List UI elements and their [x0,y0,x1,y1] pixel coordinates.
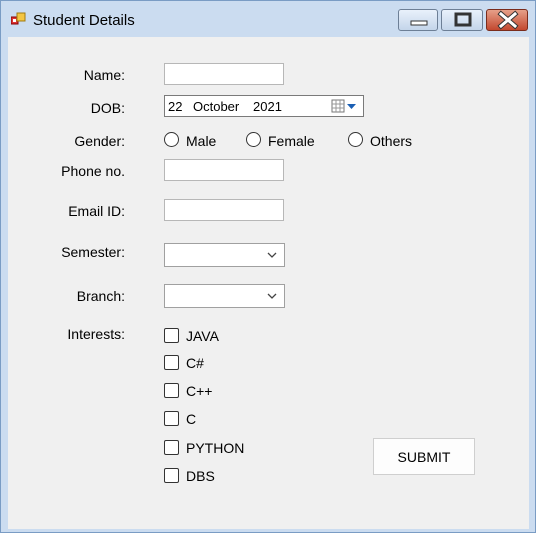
title-bar[interactable]: Student Details [1,1,535,37]
interest-python-checkbox[interactable] [164,440,179,455]
maximize-button[interactable] [441,9,483,31]
interest-csharp-checkbox[interactable] [164,355,179,370]
dob-label: DOB: [90,100,125,116]
email-field[interactable] [164,199,284,221]
gender-male-label[interactable]: Male [186,133,216,149]
interest-cpp-label[interactable]: C++ [186,383,212,399]
gender-others-radio[interactable] [348,132,363,147]
semester-label: Semester: [61,244,125,260]
branch-label: Branch: [76,288,125,304]
email-label: Email ID: [68,203,125,219]
interest-c-label[interactable]: C [186,411,196,427]
window-title: Student Details [33,12,135,29]
minimize-icon [410,20,428,26]
interest-cpp-checkbox[interactable] [164,383,179,398]
phone-label: Phone no. [61,163,125,179]
interest-csharp-label[interactable]: C# [186,355,204,371]
submit-button[interactable]: SUBMIT [373,438,475,475]
interest-dbs-checkbox[interactable] [164,468,179,483]
app-icon [11,12,26,25]
maximize-icon [454,12,472,27]
branch-select[interactable] [164,284,285,308]
interest-java-checkbox[interactable] [164,328,179,343]
dob-month[interactable]: October [193,99,239,114]
gender-others-label[interactable]: Others [370,133,412,149]
gender-female-label[interactable]: Female [268,133,315,149]
dob-year[interactable]: 2021 [253,99,282,114]
close-icon [497,10,519,30]
interest-python-label[interactable]: PYTHON [186,440,244,456]
interest-java-label[interactable]: JAVA [186,328,219,344]
close-button[interactable] [486,9,528,31]
interests-label: Interests: [67,326,125,342]
name-label: Name: [83,67,125,83]
interest-dbs-label[interactable]: DBS [186,468,215,484]
dob-date-picker[interactable]: 22 October 2021 [164,95,364,117]
gender-label: Gender: [74,133,125,149]
gender-male-radio[interactable] [164,132,179,147]
chevron-down-icon [267,293,277,299]
semester-select[interactable] [164,243,285,267]
gender-female-radio[interactable] [246,132,261,147]
phone-field[interactable] [164,159,284,181]
dob-day[interactable]: 22 [168,99,182,114]
minimize-button[interactable] [398,9,438,31]
name-field[interactable] [164,63,284,85]
interest-c-checkbox[interactable] [164,411,179,426]
calendar-dropdown-icon[interactable] [331,99,359,114]
chevron-down-icon [267,252,277,258]
